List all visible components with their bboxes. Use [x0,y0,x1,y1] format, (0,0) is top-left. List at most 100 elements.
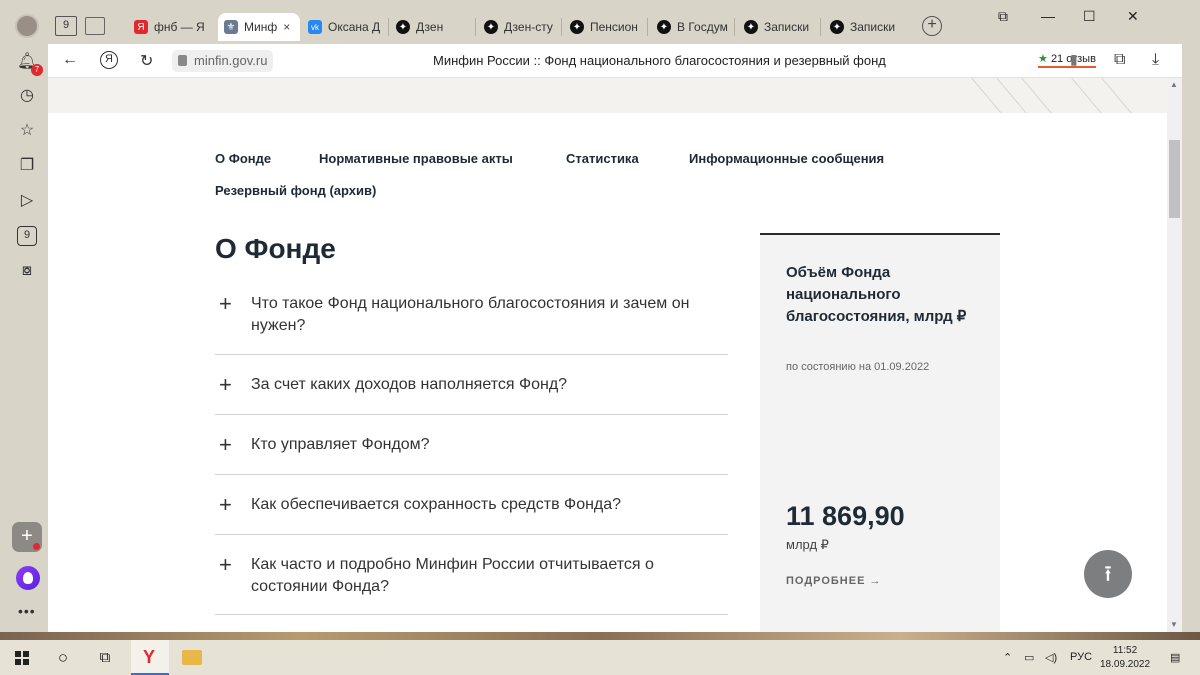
tab-vk[interactable]: vk Оксана Д [308,13,384,41]
tab-dzen-studio[interactable]: ✦ Дзен-сту [484,13,556,41]
battery-icon[interactable]: ▭ [1024,651,1034,664]
tab-minfin[interactable]: ⚜ Минф × [218,13,300,41]
faq-item[interactable]: + Как часто и подробно Минфин России отч… [215,535,728,615]
faq-question: Как часто и подробно Минфин России отчит… [251,556,654,595]
faq-item[interactable]: + Кто управляет Фондом? [215,415,728,475]
expand-plus-icon[interactable]: + [219,492,232,518]
add-tab-icon[interactable]: + [922,16,942,36]
browser-sidebar: 🔔︎ 7 ◷ ☆ ❐ ▷ 9 ⧇ + ••• [0,44,48,632]
nav-legal-acts[interactable]: Нормативные правовые акты [319,151,513,166]
page-viewport: О Фонде Нормативные правовые акты Статис… [48,78,1167,632]
card-title: Объём Фонда национального благосостояния… [786,264,967,325]
red-dot-icon [33,543,40,550]
desktop-wallpaper-strip [0,632,1200,640]
bookmark-icon[interactable]: ▮ [1070,51,1078,68]
tab-label: фнб — Я [154,20,205,34]
maximize-icon[interactable]: ☐ [1083,8,1096,25]
page-heading: О Фонде [215,233,336,264]
home-tab-icon[interactable]: 9 [55,16,77,36]
scroll-thumb[interactable] [1169,140,1180,218]
download-icon[interactable]: ⤓ [1152,51,1159,69]
nav-reserve-fund-archive[interactable]: Резервный фонд (архив) [215,183,376,198]
hero-banner-strip [48,78,1167,113]
faq-item[interactable]: + Как обеспечивается сохранность средств… [215,475,728,535]
tab-label: Оксана Д [328,20,381,34]
faq-item[interactable]: + Что такое Фонд национального благосост… [215,283,728,355]
page-scrollbar[interactable]: ▲ ▼ [1167,78,1182,632]
tab-label: Записки [850,20,896,34]
address-bar: ← Я ↻ minfin.gov.ru Минфин России :: Фон… [48,44,1182,78]
dzen-icon: ✦ [484,20,498,34]
task-view-icon[interactable]: ⧉ [96,649,114,667]
more-link[interactable]: ПОДРОБНЕЕ → [786,575,881,587]
yandex-browser-taskbar-icon[interactable]: Y [131,640,169,675]
close-tab-icon[interactable]: × [283,20,290,34]
expand-plus-icon[interactable]: + [219,372,232,398]
reload-icon[interactable]: ↻ [140,51,153,71]
tab-zapiski-1[interactable]: ✦ Записки [744,13,816,41]
reviews-link[interactable]: ★ 21 отзыв [1038,52,1096,68]
expand-plus-icon[interactable]: + [219,291,232,317]
tab-gosduma[interactable]: ✦ В Госдум [657,13,729,41]
dzen-icon: ✦ [396,20,410,34]
notifications-icon[interactable]: ▤ [1170,651,1180,664]
expand-plus-icon[interactable]: + [219,552,232,578]
lock-icon [178,55,187,66]
counter-icon[interactable]: 9 [17,226,37,246]
dzen-icon: ✦ [570,20,584,34]
history-clock-icon[interactable]: ◷ [17,86,37,106]
tab-label: Минф [244,20,278,34]
tab-pension[interactable]: ✦ Пенсион [570,13,642,41]
url-text: minfin.gov.ru [194,53,268,68]
play-icon[interactable]: ▷ [17,191,37,211]
faq-question: За счет каких доходов наполняется Фонд? [251,376,568,393]
tab-label: Записки [764,20,810,34]
tab-zapiski-2[interactable]: ✦ Записки [830,13,900,41]
fund-volume-card: Объём Фонда национального благосостояния… [760,233,1000,632]
scroll-to-top-button[interactable]: ⭱ [1084,550,1132,598]
minimize-icon[interactable]: — [1041,8,1055,24]
star-icon[interactable]: ☆ [17,121,37,141]
nav-info-messages[interactable]: Информационные сообщения [689,151,884,166]
nav-about-fund[interactable]: О Фонде [215,151,271,166]
scroll-up-icon[interactable]: ▲ [1170,80,1178,89]
bookmarks-window-icon[interactable]: ⧉ [998,8,1008,25]
profile-avatar[interactable] [15,14,39,38]
tab-label: Дзен [416,20,444,34]
system-clock[interactable]: 11:52 18.09.2022 [1100,644,1150,672]
dzen-icon: ✦ [830,20,844,34]
windows-taskbar: ○ ⧉ Y ⌃ ▭ ◁) РУС 11:52 18.09.2022 ▤ [0,640,1200,675]
dzen-icon: ✦ [744,20,758,34]
volume-icon[interactable]: ◁) [1045,651,1057,664]
vk-icon: vk [308,20,322,34]
tab-bar: 9 Я фнб — Я ⚜ Минф × vk Оксана Д ✦ Дзен … [0,0,1200,44]
extensions-icon[interactable]: ⧉ [1114,51,1125,69]
screenshot-icon[interactable]: ⧇ [17,261,37,281]
yandex-logo-icon[interactable]: Я [100,51,118,69]
search-circle-icon[interactable]: ○ [54,649,72,667]
url-field[interactable]: minfin.gov.ru [172,50,274,72]
more-icon[interactable]: ••• [18,603,36,619]
tab-dzen[interactable]: ✦ Дзен [396,13,472,41]
scroll-down-icon[interactable]: ▼ [1170,620,1178,629]
windows-start-icon[interactable] [15,651,29,665]
nav-statistics[interactable]: Статистика [566,151,639,166]
expand-plus-icon[interactable]: + [219,432,232,458]
faq-item[interactable]: + За счет каких доходов наполняется Фонд… [215,355,728,415]
window-edge [1182,44,1200,632]
tray-chevron-up-icon[interactable]: ⌃ [1003,651,1012,664]
tab-yandex-search[interactable]: Я фнб — Я [134,13,220,41]
close-window-icon[interactable]: ✕ [1127,8,1139,25]
file-explorer-icon[interactable] [182,650,202,665]
new-document-icon[interactable] [85,17,105,35]
alice-assistant-icon[interactable] [16,566,40,590]
faq-question: Как обеспечивается сохранность средств Ф… [251,496,622,513]
language-indicator[interactable]: РУС [1070,651,1092,663]
faq-question: Что такое Фонд национального благосостоя… [251,295,690,334]
page-title: Минфин России :: Фонд национального благ… [433,53,886,68]
faq-question: Кто управляет Фондом? [251,436,430,453]
back-arrow-icon[interactable]: ← [62,51,78,69]
collections-icon[interactable]: ❐ [17,156,37,176]
clock-date: 18.09.2022 [1100,659,1151,670]
dzen-icon: ✦ [657,20,671,34]
